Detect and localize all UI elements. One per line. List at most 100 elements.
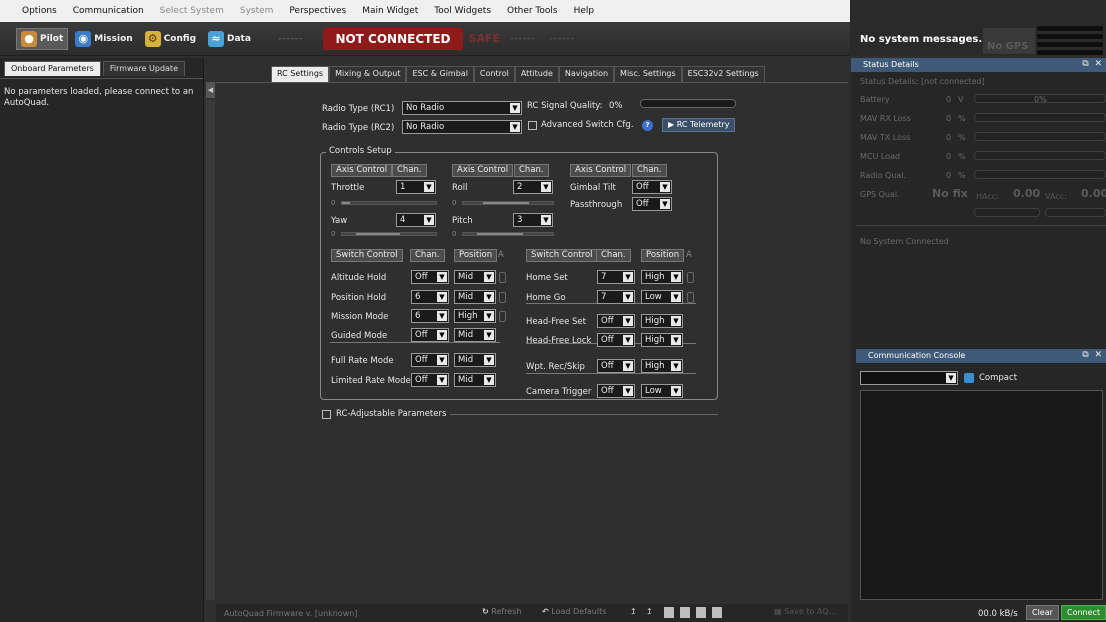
float-icon[interactable]: ⧉ [1082, 350, 1088, 360]
home-set-toggle[interactable] [687, 272, 694, 283]
console-output[interactable] [860, 390, 1103, 600]
mission-mode-channel-select[interactable]: 6 ▼ [411, 309, 449, 323]
close-icon[interactable]: ✕ [1094, 350, 1102, 360]
advanced-switch-checkbox[interactable] [528, 121, 537, 130]
home-go-toggle[interactable] [687, 292, 694, 303]
menu-item-other-tools[interactable]: Other Tools [499, 6, 566, 16]
close-icon[interactable]: ✕ [1094, 59, 1102, 69]
home-set-channel-select[interactable]: 7 ▼ [597, 270, 635, 284]
clear-button[interactable]: Clear [1026, 605, 1059, 620]
position-hold-channel-select[interactable]: 6 ▼ [411, 290, 449, 304]
mission-mode-position-select[interactable]: High ▼ [454, 309, 496, 323]
switch-control-header-left[interactable]: Switch Control [331, 249, 403, 262]
home-set-position-select[interactable]: High ▼ [641, 270, 683, 284]
mission-mode-toggle[interactable] [499, 311, 506, 322]
roll-channel-select[interactable]: 2 ▼ [513, 180, 553, 194]
pilot-button[interactable]: ● Pilot [16, 27, 69, 50]
wpt-rec-skip-position-select[interactable]: High ▼ [641, 359, 683, 373]
menu-item-communication[interactable]: Communication [65, 6, 152, 16]
position-header-right[interactable]: Position [641, 249, 685, 262]
tab-firmware-update[interactable]: Firmware Update [102, 61, 185, 76]
collapse-arrow-icon[interactable]: ◀ [206, 82, 215, 98]
throttle-channel-select[interactable]: 1 ▼ [396, 180, 436, 194]
full-rate-mode-position-select[interactable]: Mid ▼ [454, 353, 496, 367]
gimbal-tilt-select[interactable]: Off ▼ [632, 180, 672, 194]
position-hold-toggle[interactable] [499, 292, 506, 303]
help-icon[interactable]: ? [642, 120, 653, 131]
left-scrollbar[interactable] [206, 100, 215, 600]
home-go-channel-select[interactable]: 7 ▼ [597, 290, 635, 304]
hacc-value: 0.00 [1013, 187, 1041, 200]
menu-item-options[interactable]: Options [14, 6, 65, 16]
camera-trigger-channel-select[interactable]: Off ▼ [597, 384, 635, 398]
yaw-slider [341, 232, 437, 236]
rc-telemetry-button[interactable]: ▶ RC Telemetry [662, 118, 736, 132]
tab-control[interactable]: Control [473, 66, 515, 82]
axis-control-header-1[interactable]: Axis Control [331, 164, 393, 177]
left-divider [330, 342, 500, 343]
home-go-position-select[interactable]: Low ▼ [641, 290, 683, 304]
guided-mode-channel-select[interactable]: Off ▼ [411, 328, 449, 342]
left-panel: Onboard Parameters Firmware Update No pa… [0, 58, 204, 622]
axis-control-header-3[interactable]: Axis Control [570, 164, 632, 177]
menu-item-tool-widgets[interactable]: Tool Widgets [426, 6, 499, 16]
tab-onboard-parameters[interactable]: Onboard Parameters [4, 61, 101, 76]
tab-attitude[interactable]: Attitude [514, 66, 559, 82]
file-import-icon[interactable] [696, 607, 706, 618]
head-free-lock-channel-select[interactable]: Off ▼ [597, 333, 635, 347]
mission-button[interactable]: ◉ Mission [70, 28, 137, 50]
tab-navigation[interactable]: Navigation [558, 66, 615, 82]
rc1-select[interactable]: No Radio ▼ [402, 101, 522, 115]
wpt-rec-skip-channel-select[interactable]: Off ▼ [597, 359, 635, 373]
menu-item-help[interactable]: Help [566, 6, 603, 16]
axis-control-header-2[interactable]: Axis Control [452, 164, 514, 177]
data-button[interactable]: ≈ Data [203, 28, 256, 50]
camera-trigger-position-select[interactable]: Low ▼ [641, 384, 683, 398]
upload-icon[interactable]: ↥ [630, 607, 637, 616]
upload-all-icon[interactable]: ↥ [646, 607, 653, 616]
chan-header-1[interactable]: Chan. [392, 164, 427, 177]
guided-mode-position-select[interactable]: Mid ▼ [454, 328, 496, 342]
file-save-icon[interactable] [680, 607, 690, 618]
tab-misc-settings[interactable]: Misc. Settings [614, 66, 682, 82]
tab-esc-gimbal[interactable]: ESC & Gimbal [406, 66, 474, 82]
menu-item-main-widget[interactable]: Main Widget [354, 6, 426, 16]
pitch-channel-select[interactable]: 3 ▼ [513, 213, 553, 227]
file-open-icon[interactable] [664, 607, 674, 618]
chan-header-2[interactable]: Chan. [514, 164, 549, 177]
limited-rate-mode-channel-select[interactable]: Off ▼ [411, 373, 449, 387]
rc-adjustable-checkbox[interactable] [322, 410, 331, 419]
compact-checkbox[interactable] [964, 373, 974, 383]
yaw-channel-select[interactable]: 4 ▼ [396, 213, 436, 227]
head-free-lock-position-select[interactable]: High ▼ [641, 333, 683, 347]
switch-control-header-right[interactable]: Switch Control [526, 249, 598, 262]
rc2-select[interactable]: No Radio ▼ [402, 120, 522, 134]
connect-button[interactable]: Connect [1061, 605, 1106, 620]
chan-header-3[interactable]: Chan. [632, 164, 667, 177]
chan-header-left[interactable]: Chan. [410, 249, 445, 262]
full-rate-mode-channel-select[interactable]: Off ▼ [411, 353, 449, 367]
altitude-hold-channel-select[interactable]: Off ▼ [411, 270, 449, 284]
head-free-set-position-select[interactable]: High ▼ [641, 314, 683, 328]
console-link-select[interactable]: ▼ [860, 371, 958, 385]
float-icon[interactable]: ⧉ [1082, 59, 1088, 69]
altitude-hold-toggle[interactable] [499, 272, 506, 283]
chan-header-right[interactable]: Chan. [596, 249, 631, 262]
save-to-aq-button[interactable]: ▦ Save to AQ... [774, 607, 836, 616]
home-go-channel-select-value: 7 [601, 292, 607, 302]
head-free-set-channel-select[interactable]: Off ▼ [597, 314, 635, 328]
tab-esc32v2-settings[interactable]: ESC32v2 Settings [681, 66, 765, 82]
position-header-left[interactable]: Position [454, 249, 498, 262]
menu-item-perspectives[interactable]: Perspectives [281, 6, 354, 16]
refresh-button[interactable]: ↻ Refresh [482, 607, 521, 616]
tab-rc-settings[interactable]: RC Settings [271, 66, 330, 82]
config-button[interactable]: ⚙ Config [140, 28, 201, 50]
gear-icon: ⚙ [144, 30, 161, 47]
passthrough-select[interactable]: Off ▼ [632, 197, 672, 211]
tab-mixing-output[interactable]: Mixing & Output [329, 66, 407, 82]
limited-rate-mode-position-select[interactable]: Mid ▼ [454, 373, 496, 387]
altitude-hold-position-select[interactable]: Mid ▼ [454, 270, 496, 284]
load-defaults-button[interactable]: ↶ Load Defaults [542, 607, 606, 616]
position-hold-position-select[interactable]: Mid ▼ [454, 290, 496, 304]
file-export-icon[interactable] [712, 607, 722, 618]
